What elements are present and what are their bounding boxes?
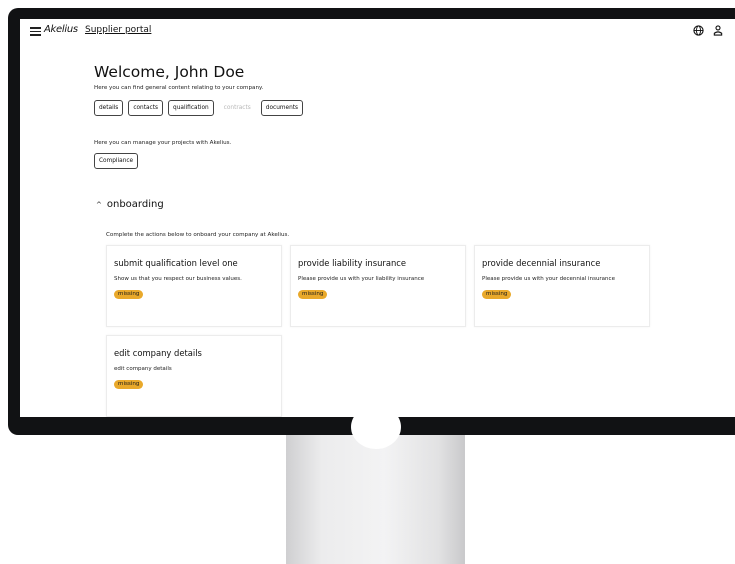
documents-button[interactable]: documents [260, 100, 304, 116]
screen: Akelius Supplier portal Welcome, John Do… [20, 19, 735, 417]
card-title: provide liability insurance [298, 258, 407, 268]
status-badge: missing [298, 290, 328, 299]
card-title: provide decennial insurance [482, 258, 601, 268]
compliance-wrap: Compliance [94, 153, 139, 169]
onboarding-card-company-details[interactable]: edit company details edit company detail… [106, 335, 282, 417]
card-title: edit company details [114, 348, 202, 358]
welcome-intro-text: Here you can find general content relati… [94, 85, 264, 91]
projects-intro-text: Here you can manage your projects with A… [94, 140, 232, 146]
hamburger-menu-icon[interactable] [30, 27, 41, 36]
globe-icon[interactable] [693, 25, 704, 36]
status-badge: missing [114, 380, 144, 389]
onboarding-title: onboarding [106, 199, 164, 210]
company-nav-buttons: details contacts qualification contracts… [94, 100, 304, 116]
supplier-portal-link[interactable]: Supplier portal [85, 25, 151, 35]
onboarding-description: Complete the actions below to onboard yo… [106, 232, 290, 238]
contracts-button: contracts [218, 100, 256, 116]
qualification-button[interactable]: qualification [168, 100, 214, 116]
contacts-button[interactable]: contacts [128, 100, 164, 116]
details-button[interactable]: details [94, 100, 124, 116]
onboarding-card-liability[interactable]: provide liability insurance Please provi… [290, 245, 466, 327]
card-description: Please provide us with your liability in… [298, 276, 425, 282]
status-badge: missing [114, 290, 144, 299]
welcome-title: Welcome, John Doe [94, 63, 245, 81]
top-bar: Akelius Supplier portal [20, 19, 735, 43]
onboarding-card-qualification[interactable]: submit qualification level one Show us t… [106, 245, 282, 327]
logo: Akelius [44, 24, 78, 35]
card-description: Please provide us with your decennial in… [482, 276, 615, 282]
monitor-stand [286, 435, 465, 564]
user-icon[interactable] [713, 25, 723, 36]
stand-cutout [351, 405, 401, 449]
chevron-up-icon: ^ [96, 200, 102, 209]
card-title: submit qualification level one [114, 258, 238, 268]
onboarding-card-decennial[interactable]: provide decennial insurance Please provi… [474, 245, 650, 327]
compliance-button[interactable]: Compliance [94, 153, 139, 169]
card-description: Show us that you respect our business va… [114, 276, 242, 282]
onboarding-toggle[interactable]: ^ onboarding [96, 199, 164, 210]
card-description: edit company details [114, 366, 172, 372]
status-badge: missing [482, 290, 512, 299]
